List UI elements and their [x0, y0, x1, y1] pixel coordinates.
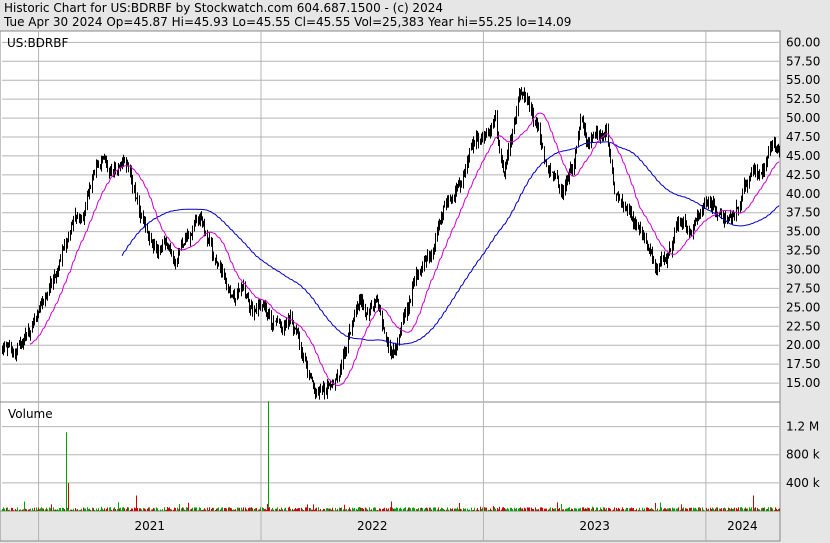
- price-tick-label: 22.50: [786, 319, 820, 333]
- price-tick-label: 57.50: [786, 54, 820, 68]
- year-label: 2022: [357, 519, 388, 533]
- stock-chart: 60.00 57.50 55.00 52.50 50.00 47.50 45.00 42.50…: [0, 30, 820, 542]
- price-axis: 60.00 57.50 55.00 52.50 50.00 47.50 45.00 42.50…: [786, 35, 820, 390]
- symbol-label: US:BDRBF: [7, 36, 68, 50]
- date-axis-panel: [0, 510, 781, 542]
- price-tick-label: 47.50: [786, 130, 820, 144]
- price-tick-label: 52.50: [786, 92, 820, 106]
- year-label: 2021: [135, 519, 166, 533]
- price-tick-label: 30.00: [786, 263, 820, 277]
- price-tick-label: 37.50: [786, 206, 820, 220]
- price-tick-label: 15.00: [786, 376, 820, 390]
- year-label: 2024: [727, 519, 758, 533]
- price-tick-label: 45.00: [786, 149, 820, 163]
- price-tick-label: 35.00: [786, 225, 820, 239]
- price-tick-label: 20.00: [786, 338, 820, 352]
- price-tick-label: 42.50: [786, 168, 820, 182]
- volume-panel: [0, 401, 781, 512]
- volume-title: Volume: [8, 407, 53, 421]
- volume-axis: 1.2 M 800 k 400 k: [786, 420, 820, 490]
- price-tick-label: 60.00: [786, 35, 820, 49]
- volume-tick-label: 1.2 M: [786, 420, 819, 434]
- price-tick-label: 50.00: [786, 111, 820, 125]
- price-tick-label: 55.00: [786, 73, 820, 87]
- price-tick-label: 17.50: [786, 357, 820, 371]
- price-tick-label: 40.00: [786, 187, 820, 201]
- price-tick-label: 32.50: [786, 244, 820, 258]
- price-tick-label: 27.50: [786, 281, 820, 295]
- year-label: 2023: [579, 519, 610, 533]
- volume-tick-label: 400 k: [786, 476, 820, 490]
- volume-tick-label: 800 k: [786, 448, 820, 462]
- price-tick-label: 25.00: [786, 300, 820, 314]
